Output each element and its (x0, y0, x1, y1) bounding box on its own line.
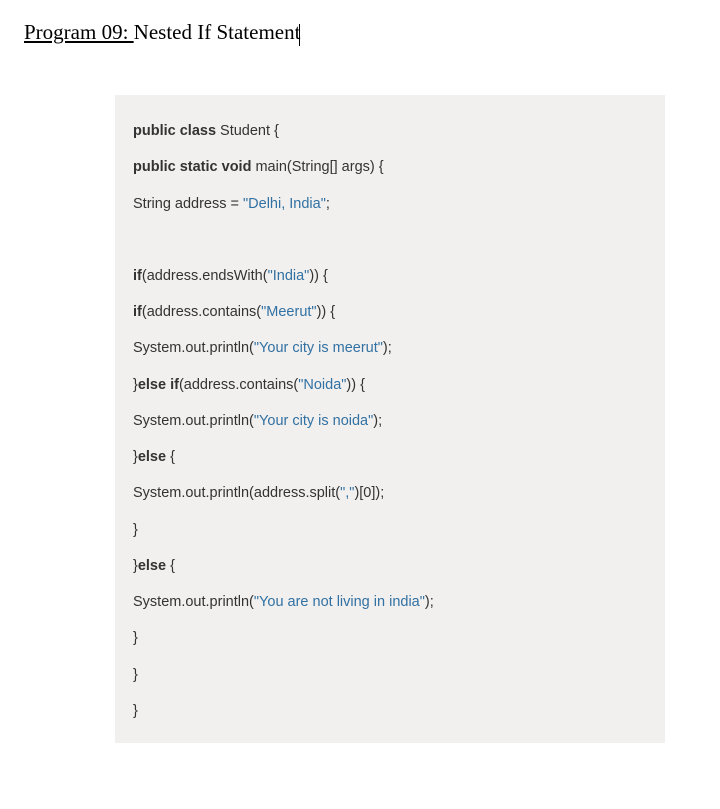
keyword: else (138, 558, 166, 574)
code-line: }else { (133, 548, 647, 584)
code-line: } (133, 657, 647, 693)
keyword: if (133, 304, 142, 320)
page-title: Program 09: Nested If Statement (20, 20, 700, 45)
code-line: String address = "Delhi, India"; (133, 186, 647, 222)
code-text: System.out.println( (133, 413, 254, 429)
code-line: } (133, 512, 647, 548)
code-text: ]); (371, 485, 384, 501)
code-text: String address = (133, 196, 243, 212)
code-text: System.out.println( (133, 594, 254, 610)
code-text: )) { (309, 268, 328, 284)
string-literal: "You are not living in india" (254, 594, 425, 610)
blank-line (133, 222, 647, 258)
code-text: )) { (346, 377, 365, 393)
string-literal: "Meerut" (261, 304, 316, 320)
code-line: }else { (133, 439, 647, 475)
code-text: ); (373, 413, 382, 429)
keyword: else (138, 449, 166, 465)
code-line: if(address.contains("Meerut")) { (133, 294, 647, 330)
code-text: Student { (216, 123, 279, 139)
code-text: (address.endsWith( (142, 268, 268, 284)
string-literal: "India" (268, 268, 310, 284)
code-line: System.out.println("You are not living i… (133, 584, 647, 620)
code-text: (address.contains( (142, 304, 261, 320)
code-text: } (133, 667, 138, 683)
code-text: (address.contains( (179, 377, 298, 393)
keyword: if (133, 268, 142, 284)
code-line: public static void main(String[] args) { (133, 149, 647, 185)
string-literal: "Delhi, India" (243, 196, 326, 212)
code-block: public class Student { public static voi… (115, 95, 665, 743)
code-line: } (133, 693, 647, 729)
keyword: public class (133, 123, 216, 139)
string-literal: "Your city is noida" (254, 413, 373, 429)
string-literal: "," (340, 485, 354, 501)
code-text: } (133, 703, 138, 719)
code-line: System.out.println("Your city is meerut"… (133, 330, 647, 366)
code-text: { (166, 558, 175, 574)
code-line: } (133, 620, 647, 656)
title-text: Nested If Statement (134, 20, 301, 44)
keyword: public static void (133, 159, 251, 175)
code-text: System.out.println(address.split( (133, 485, 340, 501)
code-text: System.out.println( (133, 340, 254, 356)
text-cursor (299, 24, 300, 46)
code-text: )) { (317, 304, 336, 320)
code-text: )[ (354, 485, 363, 501)
string-literal: "Noida" (298, 377, 346, 393)
code-text: ; (326, 196, 330, 212)
code-text: } (133, 630, 138, 646)
code-text: main(String[] args) { (251, 159, 383, 175)
code-line: }else if(address.contains("Noida")) { (133, 367, 647, 403)
code-text: ); (383, 340, 392, 356)
string-literal: "Your city is meerut" (254, 340, 383, 356)
code-text: ); (425, 594, 434, 610)
code-line: System.out.println(address.split(",")[0]… (133, 475, 647, 511)
keyword: else if (138, 377, 179, 393)
code-line: System.out.println("Your city is noida")… (133, 403, 647, 439)
code-text: { (166, 449, 175, 465)
title-underline: Program 09: (24, 20, 134, 44)
code-line: public class Student { (133, 113, 647, 149)
code-text: } (133, 522, 138, 538)
code-line: if(address.endsWith("India")) { (133, 258, 647, 294)
